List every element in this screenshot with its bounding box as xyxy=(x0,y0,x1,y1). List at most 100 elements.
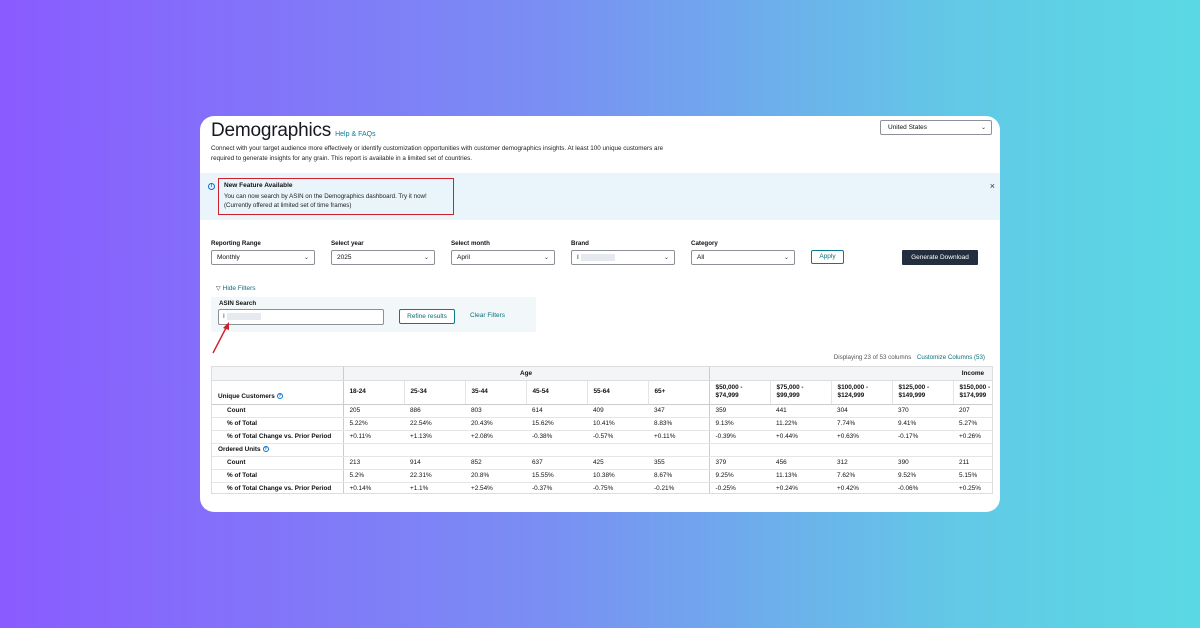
table-cell: +0.14% xyxy=(342,482,404,493)
refine-results-button[interactable]: Refine results xyxy=(399,309,455,324)
help-icon[interactable]: ? xyxy=(262,446,269,453)
year-label: Select year xyxy=(331,240,364,247)
displaying-text: Displaying 23 of 53 columns xyxy=(833,354,912,361)
row-label: % of Total Change vs. Prior Period xyxy=(212,430,343,444)
table-cell: +0.26% xyxy=(953,430,992,444)
table-cell: +0.11% xyxy=(342,430,404,444)
column-header-line-1: 25-34 xyxy=(410,388,427,395)
banner-line-1: You can now search by ASIN on the Demogr… xyxy=(224,193,427,200)
year-value: 2025 xyxy=(337,254,352,261)
row-label: % of Total xyxy=(212,469,343,483)
apply-button[interactable]: Apply xyxy=(811,250,844,264)
row-label: Count xyxy=(212,404,343,418)
country-select[interactable]: United States ⌄ xyxy=(880,120,992,135)
table-cell: -0.38% xyxy=(526,430,587,444)
table-cell: -0.75% xyxy=(587,482,648,493)
clear-filters-link[interactable]: Clear Filters xyxy=(470,312,505,319)
column-header-line-2: $149,999 xyxy=(898,392,926,399)
empty-cell xyxy=(831,443,893,457)
table-cell: 852 xyxy=(465,456,526,470)
table-cell: 359 xyxy=(708,404,771,418)
column-header: 35-44 xyxy=(464,380,526,405)
column-header: $50,000 - $74,999 xyxy=(708,380,771,405)
column-header-line-1: $100,000 - xyxy=(837,384,869,391)
table-cell: +0.42% xyxy=(831,482,893,493)
table-cell: -0.21% xyxy=(648,482,710,493)
table-cell: 5.15% xyxy=(953,469,992,483)
column-header: 65+ xyxy=(647,380,710,405)
column-header-line-1: $75,000 - xyxy=(776,384,804,391)
brand-value: I xyxy=(577,254,579,262)
chevron-down-icon: ⌄ xyxy=(303,255,309,261)
table-cell: 22.54% xyxy=(404,417,465,431)
table-cell: 11.22% xyxy=(770,417,832,431)
table-cell: 409 xyxy=(587,404,648,418)
reporting-range-select[interactable]: Monthly ⌄ xyxy=(211,250,315,265)
info-icon: i xyxy=(208,183,215,190)
table-cell: -0.39% xyxy=(708,430,771,444)
redacted-block xyxy=(226,313,261,320)
table-cell: 11.13% xyxy=(770,469,832,483)
close-icon[interactable]: × xyxy=(990,181,995,191)
help-icon[interactable]: ? xyxy=(276,392,283,399)
table-row: % of Total 5.22% 22.54% 20.43% 15.62% 10.41% 8… xyxy=(212,417,992,431)
table-cell: +0.24% xyxy=(770,482,832,493)
asin-search-label: ASIN Search xyxy=(219,300,257,307)
banner-line-2: (Currently offered at limited set of tim… xyxy=(224,201,352,209)
table-cell: 312 xyxy=(831,456,893,470)
chevron-down-icon: ⌄ xyxy=(663,255,669,261)
table-cell: 803 xyxy=(465,404,526,418)
section-row: Ordered Units? xyxy=(212,443,992,457)
chevron-down-icon: ⌄ xyxy=(543,255,549,261)
column-header: 45-54 xyxy=(525,380,587,405)
table-cell: +2.54% xyxy=(465,482,526,493)
table-row: Count 213 914 852 637 425 355 379 456 312 390 211 xyxy=(212,456,992,470)
column-header-line-2: $174,999 xyxy=(959,392,987,399)
table-cell: 8.67% xyxy=(648,469,710,483)
table-cell: 7.74% xyxy=(831,417,893,431)
category-value: All xyxy=(697,254,705,261)
column-header: $125,000 - $149,999 xyxy=(891,380,954,405)
customize-columns-link[interactable]: Customize Columns (53) xyxy=(917,354,985,361)
table-row: % of Total Change vs. Prior Period +0.14%… xyxy=(212,482,992,493)
table-cell: 15.55% xyxy=(526,469,587,483)
help-faqs-link[interactable]: Help & FAQs xyxy=(335,131,375,138)
table-cell: 9.52% xyxy=(892,469,954,483)
empty-cell xyxy=(404,443,465,457)
table-cell: 390 xyxy=(892,456,954,470)
table-cell: 379 xyxy=(708,456,771,470)
ordered-units-label: Ordered Units xyxy=(218,446,261,453)
page-description: Connect with your target audience more e… xyxy=(211,145,664,162)
group-header-age: Age xyxy=(342,367,710,381)
table-cell: -0.57% xyxy=(587,430,648,444)
year-select[interactable]: 2025 ⌄ xyxy=(331,250,435,265)
unique-customers-header: Unique Customers? xyxy=(212,380,343,405)
column-header-line-1: $50,000 - xyxy=(715,384,743,391)
table-cell: 8.83% xyxy=(648,417,710,431)
table-cell: +0.11% xyxy=(648,430,710,444)
chevron-down-icon: ⌄ xyxy=(423,255,429,261)
brand-label: Brand xyxy=(571,240,589,247)
generate-download-button[interactable]: Generate Download xyxy=(902,250,978,265)
table-cell: 5.2% xyxy=(342,469,404,483)
title-row: Demographics Help & FAQs xyxy=(211,120,376,142)
table-cell: 914 xyxy=(404,456,465,470)
demographics-table: Age Income Unique Customers? 18-24 25-34 3… xyxy=(211,366,993,494)
column-header-row: Unique Customers? 18-24 25-34 35-44 45-54 55… xyxy=(212,380,992,405)
feature-banner: i New Feature Available You can now sear… xyxy=(200,173,1000,220)
empty-cell xyxy=(770,443,832,457)
asin-search-input[interactable]: I xyxy=(218,309,384,325)
table-cell: 207 xyxy=(953,404,992,418)
group-header-empty xyxy=(212,367,343,381)
month-select[interactable]: April ⌄ xyxy=(451,250,555,265)
category-label: Category xyxy=(691,240,718,247)
brand-select[interactable]: I ⌄ xyxy=(571,250,675,265)
table-cell: 304 xyxy=(831,404,893,418)
table-cell: -0.17% xyxy=(892,430,954,444)
category-select[interactable]: All ⌄ xyxy=(691,250,795,265)
country-value: United States xyxy=(888,124,928,131)
column-header-line-1: 35-44 xyxy=(471,388,488,395)
hide-filters-link[interactable]: ▽ Hide Filters xyxy=(216,285,256,292)
table-cell: 9.13% xyxy=(708,417,771,431)
empty-cell xyxy=(708,443,771,457)
